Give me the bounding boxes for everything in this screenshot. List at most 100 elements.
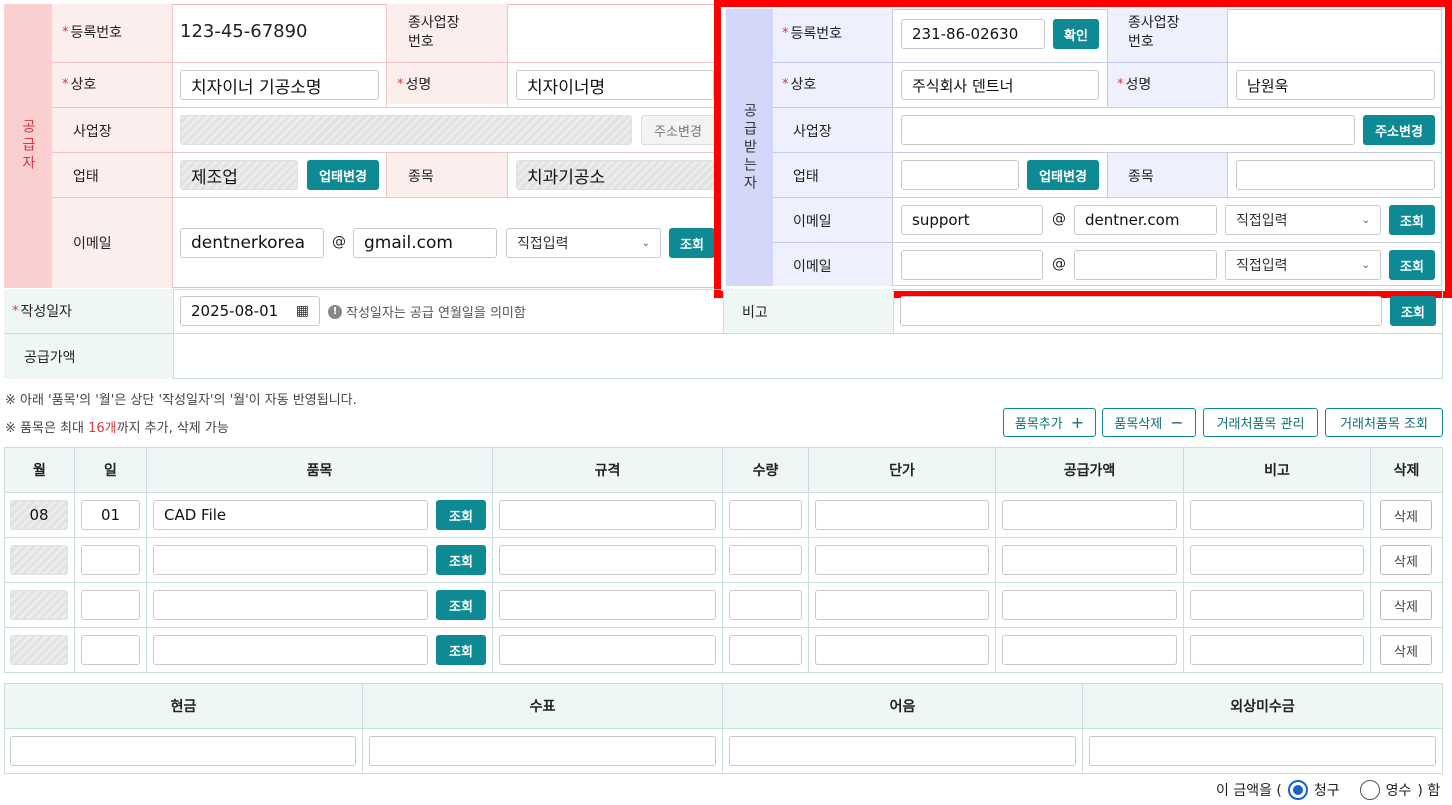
note-label: 비고 — [742, 305, 768, 321]
supplier-item-input: 치과기공소 — [516, 160, 715, 190]
row-delete-button[interactable]: 삭제 — [1380, 590, 1432, 620]
unit-price-input[interactable] — [815, 590, 989, 620]
item-lookup-button[interactable]: 조회 — [436, 545, 486, 575]
day-input[interactable] — [81, 590, 140, 620]
item-input[interactable] — [153, 590, 428, 620]
manage-client-items-button[interactable]: 거래처품목 관리 — [1203, 408, 1318, 437]
remove-item-button[interactable]: 품목삭제 − — [1102, 408, 1196, 437]
supplier-address-change-button[interactable]: 주소변경 — [641, 115, 715, 145]
spec-input[interactable] — [499, 635, 716, 665]
receiver-highlight-box — [714, 0, 1452, 298]
col-header-cash: 현금 — [4, 683, 363, 729]
qty-input[interactable] — [729, 545, 802, 575]
day-input[interactable] — [81, 635, 140, 665]
qty-input[interactable] — [729, 500, 802, 530]
row-delete-button[interactable]: 삭제 — [1380, 545, 1432, 575]
supplier-reg-no-label: * 등록번호 — [62, 24, 123, 42]
note-input[interactable] — [900, 296, 1382, 326]
spec-input[interactable] — [499, 590, 716, 620]
supplier-address-input — [180, 115, 632, 145]
month-input — [10, 635, 68, 665]
supplier-reg-no-value: 123-45-67890 — [180, 21, 308, 42]
amount-type-suffix: ) 함 — [1417, 783, 1441, 799]
supplier-email-lookup-button[interactable]: 조회 — [669, 228, 715, 258]
day-input[interactable]: 01 — [81, 500, 140, 530]
row-delete-button[interactable]: 삭제 — [1380, 500, 1432, 530]
row-note-input[interactable] — [1190, 635, 1364, 665]
row-note-input[interactable] — [1190, 590, 1364, 620]
unit-price-input[interactable] — [815, 500, 989, 530]
minus-icon: − — [1170, 413, 1184, 432]
spec-input[interactable] — [499, 500, 716, 530]
supplier-label-column — [52, 4, 172, 288]
item-input[interactable]: CAD File — [153, 500, 428, 530]
col-header-qty: 수량 — [722, 447, 809, 493]
supplier-sub-biz-label: 종사업장 번호 — [408, 15, 460, 50]
date-input[interactable]: 2025-08-01 ▦ — [180, 296, 320, 326]
qty-input[interactable] — [729, 635, 802, 665]
lookup-client-items-button[interactable]: 거래처품목 조회 — [1325, 408, 1443, 437]
month-input — [10, 545, 68, 575]
unit-price-input[interactable] — [815, 545, 989, 575]
supplier-item-label: 종목 — [408, 169, 434, 185]
add-item-button[interactable]: 품목추가 + — [1003, 408, 1096, 437]
col-header-unit-price: 단가 — [808, 447, 996, 493]
supplier-email-label: 이메일 — [73, 236, 112, 252]
item-lookup-button[interactable]: 조회 — [436, 635, 486, 665]
supplier-company-label: * 상호 — [62, 76, 97, 94]
item-input[interactable] — [153, 635, 428, 665]
item-lookup-button[interactable]: 조회 — [436, 590, 486, 620]
date-label: * 작성일자 — [12, 303, 73, 321]
radio-receipt-label: 영수 — [1385, 783, 1412, 799]
supplier-email-select[interactable]: 직접입력 ⌄ — [506, 228, 661, 258]
day-input[interactable] — [81, 545, 140, 575]
col-header-credit: 외상미수금 — [1082, 683, 1443, 729]
supplier-biz-type-change-button[interactable]: 업태변경 — [307, 160, 379, 190]
supplier-email-user-input[interactable]: dentnerkorea — [180, 228, 324, 258]
chevron-down-icon: ⌄ — [641, 237, 650, 249]
col-header-delete: 삭제 — [1370, 447, 1443, 493]
col-header-item: 품목 — [146, 447, 493, 493]
supply-amount-input[interactable] — [1002, 590, 1177, 620]
credit-input[interactable] — [1089, 736, 1436, 766]
supply-amount-input[interactable] — [1002, 500, 1177, 530]
month-input: 08 — [10, 500, 68, 530]
supplier-name-label: * 성명 — [397, 76, 432, 94]
supplier-company-input[interactable]: 치자이너 기공소명 — [180, 70, 379, 100]
supply-amount-input[interactable] — [1002, 545, 1177, 575]
supplier-email-domain-input[interactable]: gmail.com — [353, 228, 497, 258]
month-input — [10, 590, 68, 620]
radio-receipt[interactable] — [1359, 780, 1380, 800]
cash-input[interactable] — [10, 736, 356, 766]
qty-input[interactable] — [729, 590, 802, 620]
spec-input[interactable] — [499, 545, 716, 575]
note-max-items: ※ 품목은 최대 16개까지 추가, 삭제 가능 — [5, 421, 229, 436]
row-note-input[interactable] — [1190, 500, 1364, 530]
at-sign: @ — [332, 234, 346, 250]
radio-claim[interactable] — [1287, 780, 1308, 800]
col-header-supply-amount: 공급가액 — [995, 447, 1184, 493]
supplier-biz-type-label: 업태 — [73, 169, 99, 185]
row-note-input[interactable] — [1190, 545, 1364, 575]
calendar-icon[interactable]: ▦ — [296, 303, 309, 319]
note-lookup-button[interactable]: 조회 — [1390, 296, 1436, 326]
bill-input[interactable] — [729, 736, 1076, 766]
amount-type-prefix: 이 금액을 ( — [1216, 783, 1282, 799]
col-header-note: 비고 — [1183, 447, 1371, 493]
item-lookup-button[interactable]: 조회 — [436, 500, 486, 530]
col-header-spec: 규격 — [492, 447, 723, 493]
supply-amount-input[interactable] — [1002, 635, 1177, 665]
check-input[interactable] — [369, 736, 716, 766]
unit-price-input[interactable] — [815, 635, 989, 665]
amount-type-group: 이 금액을 ( 청구 영수 ) 함 — [1216, 780, 1440, 800]
plus-icon: + — [1070, 413, 1085, 432]
col-header-month: 월 — [4, 447, 75, 493]
radio-claim-label: 청구 — [1313, 783, 1340, 799]
date-hint: ! 작성일자는 공급 연월일을 의미함 — [328, 302, 526, 321]
col-header-bill: 어음 — [722, 683, 1083, 729]
row-delete-button[interactable]: 삭제 — [1380, 635, 1432, 665]
col-header-check: 수표 — [362, 683, 723, 729]
supplier-section-label: 공급자 — [20, 119, 36, 173]
supplier-name-input[interactable]: 치자이너명 — [516, 70, 714, 100]
item-input[interactable] — [153, 545, 428, 575]
